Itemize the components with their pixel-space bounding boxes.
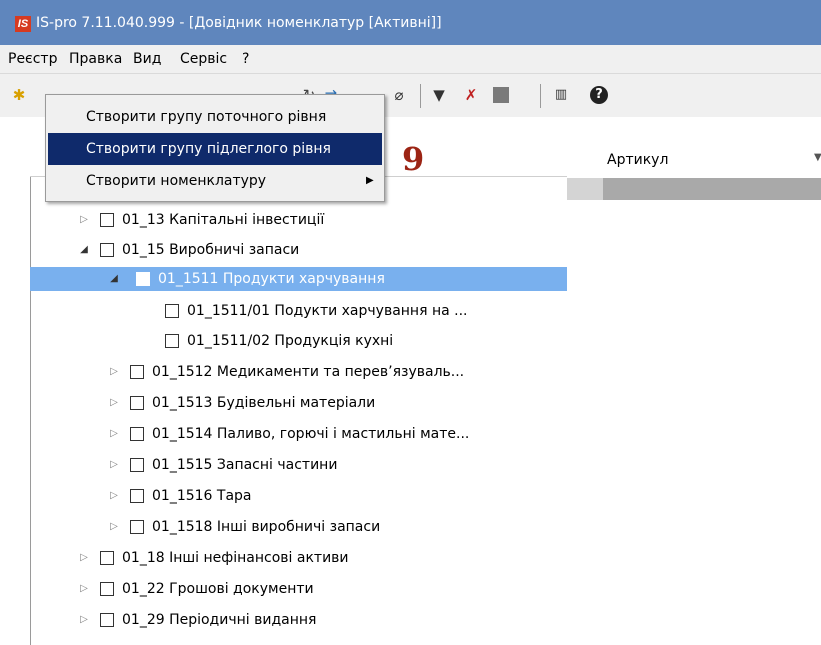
expand-icon[interactable]: ▷: [108, 453, 120, 477]
collapse-icon[interactable]: ◢: [108, 267, 120, 291]
tree-node[interactable]: 01_1511/01 Подукти харчування на ...: [143, 299, 566, 323]
node-checkbox[interactable]: [130, 365, 144, 379]
node-label: 01_1515 Запасні частини: [152, 457, 338, 473]
node-checkbox[interactable]: [165, 334, 179, 348]
node-checkbox[interactable]: [165, 304, 179, 318]
tree-node[interactable]: ▷ 01_1516 Тара: [108, 484, 566, 508]
new-icon[interactable]: ✱: [10, 86, 28, 104]
app-logo-icon: IS: [15, 16, 31, 32]
tree-node[interactable]: ▷ 01_1518 Інші виробничі запаси: [108, 515, 566, 539]
node-label: 01_1511 Продукти харчування: [158, 271, 385, 287]
node-label: 01_1514 Паливо, горючі і мастильні мате.…: [152, 426, 470, 442]
node-label: 01_1513 Будівельні матеріали: [152, 395, 376, 411]
help-icon[interactable]: ?: [590, 86, 608, 104]
expand-icon[interactable]: ▷: [108, 484, 120, 508]
tree-node[interactable]: ▷ 01_1512 Медикаменти та перев’язуваль..…: [108, 360, 566, 384]
node-label: 01_18 Інші нефінансові активи: [122, 550, 349, 566]
columns-icon[interactable]: ▥: [552, 86, 570, 104]
node-label: 01_1516 Тара: [152, 488, 252, 504]
node-label: 01_22 Грошові документи: [122, 581, 314, 597]
menu-view[interactable]: Вид: [133, 51, 161, 67]
node-label: 01_13 Капітальні інвестиції: [122, 212, 325, 228]
menu-bar: Реєстр Правка Вид Сервіс ?: [0, 45, 821, 73]
context-menu: Створити групу поточного рівня Створити …: [45, 94, 385, 202]
gray-square-icon[interactable]: [493, 87, 509, 103]
expand-icon[interactable]: ▷: [78, 546, 90, 570]
tree-node[interactable]: ▷ 01_18 Інші нефінансові активи: [78, 546, 566, 570]
node-checkbox[interactable]: [130, 396, 144, 410]
node-label: 01_1518 Інші виробничі запаси: [152, 519, 381, 535]
node-checkbox[interactable]: [130, 458, 144, 472]
tree-node[interactable]: ▷ 01_13 Капітальні інвестиції: [78, 208, 566, 232]
grid-header: Артикул ▼: [567, 140, 821, 179]
expand-icon[interactable]: ▷: [78, 577, 90, 601]
menu-help[interactable]: ?: [242, 51, 249, 67]
title-bar: IS IS-pro 7.11.040.999 - [Довідник номен…: [0, 0, 821, 45]
node-checkbox[interactable]: [100, 613, 114, 627]
menu-item-label: Створити номенклатуру: [86, 173, 267, 189]
menu-item-create-current-level-group[interactable]: Створити групу поточного рівня: [48, 101, 382, 133]
collapse-icon[interactable]: ◢: [78, 238, 90, 262]
expand-icon[interactable]: ▷: [78, 208, 90, 232]
menu-edit[interactable]: Правка: [69, 51, 122, 67]
node-label: 01_1511/01 Подукти харчування на ...: [187, 303, 468, 319]
tree-node[interactable]: ▷ 01_1515 Запасні частини: [108, 453, 566, 477]
menu-registry[interactable]: Реєстр: [8, 51, 57, 67]
tree-node[interactable]: 01_1511/02 Продукція кухні: [143, 329, 566, 353]
column-article[interactable]: Артикул: [607, 152, 668, 168]
attach-icon[interactable]: ⌀: [390, 86, 408, 104]
node-checkbox[interactable]: [100, 243, 114, 257]
expand-icon[interactable]: ▷: [108, 422, 120, 446]
node-label: 01_29 Періодичні видання: [122, 612, 317, 628]
toolbar-separator: [540, 84, 541, 108]
tree-node[interactable]: ▷ 01_29 Періодичні видання: [78, 608, 566, 632]
grid-panel: [567, 140, 821, 645]
filter-icon[interactable]: ▼: [430, 86, 448, 104]
tree-node[interactable]: ▷ 01_1514 Паливо, горючі і мастильні мат…: [108, 422, 566, 446]
sort-arrow-icon[interactable]: ▼: [814, 152, 821, 163]
expand-icon[interactable]: ▷: [78, 608, 90, 632]
node-label: 01_15 Виробничі запаси: [122, 242, 300, 258]
node-label: 01_1511/02 Продукція кухні: [187, 333, 394, 349]
menu-service[interactable]: Сервіс: [180, 51, 227, 67]
grid-row[interactable]: [567, 178, 821, 200]
menu-item-label: Створити групу поточного рівня: [86, 109, 327, 125]
clear-filter-icon[interactable]: ✗: [462, 86, 480, 104]
submenu-arrow-icon: ▶: [366, 175, 374, 186]
node-checkbox[interactable]: [130, 427, 144, 441]
node-label: 01_1512 Медикаменти та перев’язуваль...: [152, 364, 465, 380]
expand-icon[interactable]: ▷: [108, 391, 120, 415]
tree-node-selected[interactable]: ◢ 01_1511 Продукти харчування: [30, 267, 567, 291]
node-checkbox[interactable]: [136, 272, 150, 286]
expand-icon[interactable]: ▷: [108, 515, 120, 539]
node-checkbox[interactable]: [100, 213, 114, 227]
node-checkbox[interactable]: [130, 489, 144, 503]
node-checkbox[interactable]: [100, 582, 114, 596]
toolbar-separator: [420, 84, 421, 108]
node-checkbox[interactable]: [130, 520, 144, 534]
tree-node[interactable]: ▷ 01_22 Грошові документи: [78, 577, 566, 601]
menu-item-label: Створити групу підлеглого рівня: [86, 141, 331, 157]
tree-node[interactable]: ▷ 01_1513 Будівельні матеріали: [108, 391, 566, 415]
step-annotation: 9: [402, 140, 425, 178]
tree-node[interactable]: ◢ 01_15 Виробничі запаси: [78, 238, 566, 262]
expand-icon[interactable]: ▷: [108, 360, 120, 384]
menu-item-create-sublevel-group[interactable]: Створити групу підлеглого рівня: [48, 133, 382, 165]
menu-item-create-nomenclature[interactable]: Створити номенклатуру ▶: [48, 165, 382, 197]
window-title: IS-pro 7.11.040.999 - [Довідник номенкла…: [36, 15, 442, 31]
grid-row-handle[interactable]: [567, 178, 603, 200]
node-checkbox[interactable]: [100, 551, 114, 565]
